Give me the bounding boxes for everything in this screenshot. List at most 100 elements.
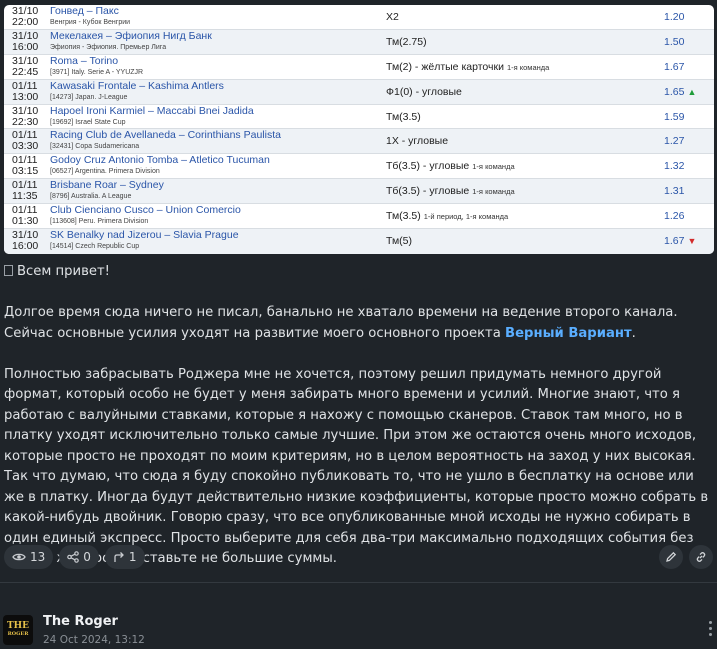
bet-event: Hapoel Ironi Karmiel – Maccabi Bnei Jadi… xyxy=(50,106,386,128)
bet-market: Ф1(0) - угловые xyxy=(386,86,664,98)
chain-link-icon xyxy=(696,552,706,562)
pencil-icon xyxy=(666,551,677,562)
bet-odds-value: 1.59 xyxy=(664,110,685,123)
bet-odds[interactable]: 1.31 xyxy=(664,185,704,197)
bet-event: Godoy Cruz Antonio Tomba – Atletico Tucu… xyxy=(50,155,386,177)
bet-datetime: 01/11 01:30 xyxy=(4,205,50,227)
bet-odds[interactable]: 1.26 xyxy=(664,210,704,222)
bet-odds-value: 1.27 xyxy=(664,135,685,148)
bet-teams-link[interactable]: Hapoel Ironi Karmiel – Maccabi Bnei Jadi… xyxy=(50,106,386,117)
bet-market-text: Тм(2) - жёлтые карточки xyxy=(386,60,504,73)
bet-time: 03:30 xyxy=(12,140,39,153)
bet-odds-value: 1.67 xyxy=(664,60,685,73)
bet-event: Racing Club de Avellaneda – Corinthians … xyxy=(50,130,386,152)
bet-teams-link[interactable]: Club Cienciano Cusco – Union Comercio xyxy=(50,205,386,216)
bet-market: Тм(5) xyxy=(386,235,664,247)
bet-odds[interactable]: 1.65 ▲ xyxy=(664,86,704,98)
bet-league: [06527] Argentina. Primera Division xyxy=(50,168,160,176)
bet-league: Эфиопия - Эфиопия. Премьер Лига xyxy=(50,43,167,51)
bet-time: 22:45 xyxy=(12,65,39,78)
more-options-icon[interactable] xyxy=(709,621,712,636)
bet-market-text: Тм(3.5) xyxy=(386,110,421,123)
bet-odds-value: 1.67 xyxy=(664,235,685,248)
paragraph-text: . xyxy=(631,325,636,341)
project-link[interactable]: Верный Вариант xyxy=(505,326,632,341)
bet-odds-value: 1.26 xyxy=(664,210,685,223)
bet-market-sub: 1-я команда xyxy=(472,162,515,172)
bet-league: [14514] Czech Republic Cup xyxy=(50,243,140,251)
bet-league: [14273] Japan. J-League xyxy=(50,93,128,101)
post-stats: 13 0 1 xyxy=(4,545,145,569)
bet-market-text: Тб(3.5) - угловые xyxy=(386,160,470,173)
avatar[interactable]: THE ROGER xyxy=(3,615,33,645)
bet-odds[interactable]: 1.67 xyxy=(664,61,704,73)
bet-time: 16:00 xyxy=(12,240,39,253)
bet-teams-link[interactable]: Мекелакея – Эфиопия Нигд Банк xyxy=(50,31,386,42)
bets-table: 31/10 22:00 Гонвед – Пакс Венгрия - Кубок В… xyxy=(4,5,714,254)
bet-teams-link[interactable]: Godoy Cruz Antonio Tomba – Atletico Tucu… xyxy=(50,155,386,166)
author-name[interactable]: The Roger xyxy=(43,615,145,629)
avatar-logo-sub: ROGER xyxy=(7,631,29,637)
bet-teams-link[interactable]: Brisbane Roar – Sydney xyxy=(50,180,386,191)
repost-button[interactable]: 1 xyxy=(104,545,145,569)
bet-date: 01/11 xyxy=(12,79,38,92)
bet-odds[interactable]: 1.50 xyxy=(664,36,704,48)
bet-event: Club Cienciano Cusco – Union Comercio [11… xyxy=(50,205,386,227)
bet-time: 11:35 xyxy=(12,190,38,203)
bet-league: Венгрия - Кубок Венгрии xyxy=(50,18,131,26)
bet-row: 31/10 22:00 Гонвед – Пакс Венгрия - Кубок В… xyxy=(4,5,714,30)
bet-event: Roma – Torino [3971] Italy. Serie A - YYU… xyxy=(50,56,386,78)
bet-market-text: Тб(3.5) - угловые xyxy=(386,185,470,198)
greeting-text: Всем привет! xyxy=(17,264,110,279)
bet-league: [8796] Australia. A League xyxy=(50,193,132,201)
edit-button[interactable] xyxy=(659,545,683,569)
bet-odds[interactable]: 1.67 ▼ xyxy=(664,235,704,247)
arrow-up-icon: ▲ xyxy=(687,86,697,97)
bet-datetime: 01/11 13:00 xyxy=(4,79,50,103)
bet-row: 01/11 03:30 Racing Club de Avellaneda – Co… xyxy=(4,129,714,155)
bet-odds[interactable]: 1.20 xyxy=(664,11,704,23)
bet-market-sub: 1-я команда xyxy=(506,62,550,72)
share-button[interactable]: 0 xyxy=(59,545,99,569)
bet-teams-link[interactable]: SK Benalky nad Jizerou – Slavia Prague xyxy=(50,230,386,241)
share-icon xyxy=(67,551,80,563)
bet-teams-link[interactable]: Kawasaki Frontale – Kashima Antlers xyxy=(50,81,386,92)
bet-row: 01/11 11:35 Brisbane Roar – Sydney [8796] A… xyxy=(4,179,714,205)
link-button[interactable] xyxy=(689,545,713,569)
bet-teams-link[interactable]: Racing Club de Avellaneda – Corinthians … xyxy=(50,130,386,141)
post-tools xyxy=(659,545,713,569)
bet-time: 22:30 xyxy=(12,115,39,128)
bet-market: Тб(3.5) - угловые 1-я команда xyxy=(386,160,664,172)
bet-teams-link[interactable]: Гонвед – Пакс xyxy=(50,6,386,17)
bet-market: Тм(3.5) 1-й период, 1-я команда xyxy=(386,210,664,222)
shares-count: 0 xyxy=(83,550,91,564)
bet-odds[interactable]: 1.27 xyxy=(664,135,704,147)
bet-market-text: X2 xyxy=(386,10,399,23)
bet-time: 16:00 xyxy=(12,40,39,53)
bet-market: Тм(2.75) xyxy=(386,36,664,48)
bet-market-text: Тм(3.5) xyxy=(386,210,421,223)
bet-row: 01/11 03:15 Godoy Cruz Antonio Tomba – Atl… xyxy=(4,154,714,180)
bet-odds-value: 1.31 xyxy=(664,185,685,198)
post-greeting: Всем привет! xyxy=(4,262,710,283)
bet-market-sub: 1-я команда xyxy=(472,187,515,197)
bet-datetime: 31/10 16:00 xyxy=(4,230,50,252)
bet-event: Мекелакея – Эфиопия Нигд Банк Эфиопия - Э… xyxy=(50,31,386,53)
divider xyxy=(0,582,717,583)
bet-datetime: 31/10 22:45 xyxy=(4,55,50,78)
bet-date: 31/10 xyxy=(12,104,39,117)
reposts-count: 1 xyxy=(128,550,137,564)
bet-row: 31/10 22:45 Roma – Torino [3971] Italy. Ser… xyxy=(4,55,714,80)
bet-odds[interactable]: 1.59 xyxy=(664,111,704,123)
bet-teams-link[interactable]: Roma – Torino xyxy=(50,56,386,67)
post-paragraph-2: Полностью забрасывать Роджера мне не хоч… xyxy=(4,366,709,567)
bet-league: [19692] Israel State Cup xyxy=(50,118,126,126)
bet-league: [32431] Copa Sudamericana xyxy=(50,143,140,151)
bet-league: [113608] Peru. Primera Division xyxy=(50,218,149,226)
bet-datetime: 31/10 22:30 xyxy=(4,104,50,128)
bet-time: 13:00 xyxy=(12,90,39,103)
bet-odds[interactable]: 1.32 xyxy=(664,160,704,172)
views-count: 13 xyxy=(30,550,46,564)
bet-market-text: Тм(5) xyxy=(386,235,413,248)
views-button[interactable]: 13 xyxy=(4,545,54,569)
